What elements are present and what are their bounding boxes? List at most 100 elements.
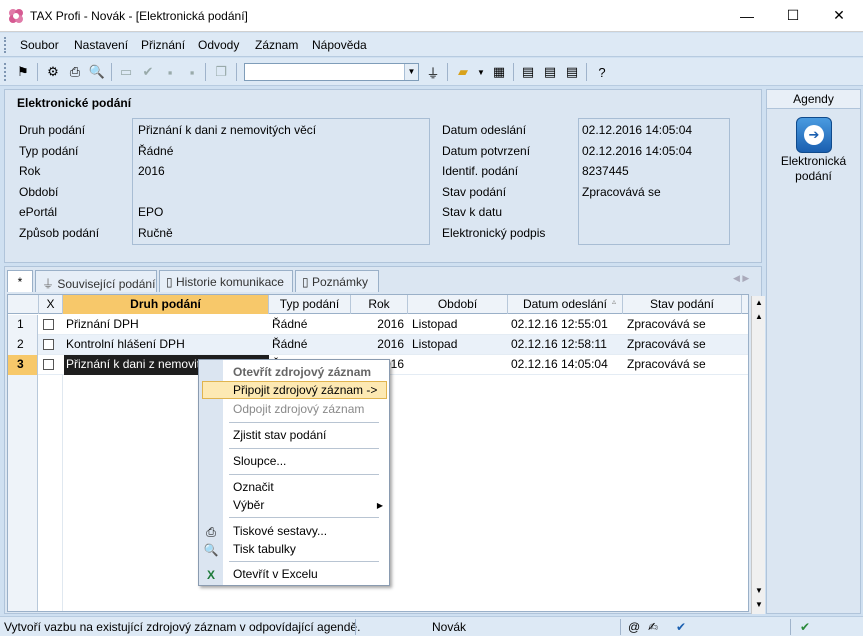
- filter-icon[interactable]: ⏚: [424, 63, 442, 81]
- column-header-typ-podani[interactable]: Typ podání: [269, 295, 351, 314]
- cell-obdobi: Listopad: [412, 337, 458, 351]
- menu-item-otevrit-zdrojovy[interactable]: Otevřít zdrojový záznam: [233, 365, 371, 379]
- title-bar: TAX Profi - Novák - [Elektronická podání…: [0, 0, 863, 32]
- menu-priznani[interactable]: Přiznání: [141, 38, 185, 52]
- menu-item-tiskove-sestavy[interactable]: Tiskové sestavy...: [233, 524, 327, 538]
- menu-grip[interactable]: [4, 37, 7, 53]
- column-header-rownum: [8, 295, 39, 314]
- table-row[interactable]: 1 Přiznání DPH Řádné 2016 Listopad 02.12…: [8, 315, 748, 335]
- menu-separator: [229, 561, 379, 562]
- row-checkbox[interactable]: [43, 339, 54, 350]
- tab-all[interactable]: *: [7, 270, 33, 292]
- column-header-rok[interactable]: Rok: [351, 295, 408, 314]
- new-record-icon[interactable]: ▭: [117, 63, 135, 81]
- column-header-druh-podani[interactable]: Druh podání: [63, 295, 269, 314]
- value-identif-podani: 8237445: [582, 164, 629, 178]
- certificate-icon: ✔: [676, 620, 687, 634]
- row-checkbox[interactable]: [43, 359, 54, 370]
- label-obdobi: Období: [19, 185, 59, 199]
- menu-odvody[interactable]: Odvody: [198, 38, 239, 52]
- status-separator: [355, 619, 356, 635]
- filter-combo[interactable]: ▼: [244, 63, 419, 81]
- row-checkbox[interactable]: [43, 319, 54, 330]
- menu-item-oznacit[interactable]: Označit: [233, 480, 274, 494]
- table-scrollbar[interactable]: ▲ ▲ ▼ ▼: [751, 296, 765, 614]
- column-header-datum-odeslani[interactable]: Datum odeslání: [508, 295, 623, 314]
- tab-scroll-arrows-icon[interactable]: ◀ ▶: [733, 273, 749, 284]
- row-number[interactable]: 3: [8, 355, 38, 375]
- signature-icon: ✍: [648, 620, 659, 634]
- chevron-down-icon[interactable]: ▼: [472, 63, 490, 81]
- print-reports-icon: ⎙: [206, 525, 216, 539]
- column-header-x[interactable]: X: [39, 295, 63, 314]
- menu-soubor[interactable]: Soubor: [20, 38, 59, 52]
- at-icon: @: [628, 620, 641, 634]
- scroll-up-icon[interactable]: ▲: [752, 296, 766, 310]
- cell-obdobi: Listopad: [412, 317, 458, 331]
- minimize-button[interactable]: —: [724, 0, 770, 31]
- column-header-stav-podani[interactable]: Stav podání: [623, 295, 742, 314]
- window-title: TAX Profi - Novák - [Elektronická podání…: [30, 9, 248, 23]
- print-preview-icon[interactable]: 🔍: [88, 63, 106, 81]
- column-header-obdobi[interactable]: Období: [408, 295, 508, 314]
- inbox-icon[interactable]: ▤: [519, 63, 537, 81]
- table-icon[interactable]: ▤: [541, 63, 559, 81]
- tab-historie-komunikace-label: Historie komunikace: [175, 275, 284, 289]
- menu-zaznam[interactable]: Záznam: [255, 38, 298, 52]
- menu-item-sloupce[interactable]: Sloupce...: [233, 454, 286, 468]
- scroll-down-icon[interactable]: ▼: [752, 584, 766, 598]
- save-close-icon[interactable]: ▪: [183, 63, 201, 81]
- menu-item-tisk-tabulky[interactable]: Tisk tabulky: [233, 542, 296, 556]
- folder-icon[interactable]: ▰: [454, 63, 472, 81]
- close-button[interactable]: ✕: [816, 0, 862, 31]
- report-icon[interactable]: ▤: [563, 63, 581, 81]
- toolbar-grip[interactable]: [4, 63, 7, 81]
- help-icon[interactable]: ?: [593, 63, 611, 81]
- chevron-down-icon[interactable]: ▼: [404, 64, 418, 80]
- label-datum-odeslani: Datum odeslání: [442, 123, 527, 137]
- value-datum-odeslani: 02.12.2016 14:05:04: [582, 123, 693, 137]
- cell-datum-odeslani: 02.12.16 12:55:01: [511, 317, 608, 331]
- label-stav-podani: Stav podání: [442, 185, 507, 199]
- tab-souvisejici-podani[interactable]: ⏚ Související podání: [35, 270, 157, 292]
- row-number[interactable]: 1: [8, 315, 38, 335]
- menu-item-pripojit-zdrojovy[interactable]: Připojit zdrojový záznam ->: [233, 383, 377, 397]
- confirm-icon[interactable]: ✔: [139, 63, 157, 81]
- tab-poznamky[interactable]: ▯ Poznámky: [295, 270, 379, 292]
- menu-napoveda[interactable]: Nápověda: [312, 38, 367, 52]
- agenda-panel: Agendy ➔ Elektronická podání: [766, 89, 861, 614]
- maximize-button[interactable]: ☐: [770, 0, 816, 31]
- print-icon[interactable]: ⎙: [66, 63, 84, 81]
- save-icon[interactable]: ▪: [161, 63, 179, 81]
- maximize-icon: ☐: [786, 7, 800, 23]
- table-row[interactable]: 2 Kontrolní hlášení DPH Řádné 2016 Listo…: [8, 335, 748, 355]
- minimize-icon: —: [740, 7, 754, 24]
- menu-separator: [229, 517, 379, 518]
- menu-item-vyber[interactable]: Výběr: [233, 498, 264, 512]
- menu-item-zjistit-stav[interactable]: Zjistit stav podání: [233, 428, 326, 442]
- tab-historie-komunikace[interactable]: ▯ Historie komunikace: [159, 270, 293, 292]
- cell-obdobi: [412, 355, 506, 375]
- copy-icon[interactable]: ❐: [212, 63, 230, 81]
- flag-icon[interactable]: ⚑: [14, 63, 32, 81]
- toolbar-separator: [513, 63, 514, 81]
- toolbar: ⚑ ⚙ ⎙ 🔍 ▭ ✔ ▪ ▪ ❐ ▼ ⏚ ▰ ▼ ▦ ▤ ▤ ▤ ?: [0, 58, 863, 86]
- filter-icon: ⏚: [42, 277, 58, 291]
- label-eportal: ePortál: [19, 205, 58, 219]
- detail-right-values-box: [578, 118, 730, 245]
- menu-item-otevrit-v-excelu[interactable]: Otevřít v Excelu: [233, 567, 318, 581]
- cell-rok: 2016: [377, 337, 404, 351]
- cell-datum-odeslani: 02.12.16 14:05:04: [511, 357, 608, 371]
- menu-item-odpojit-zdrojovy[interactable]: Odpojit zdrojový záznam: [233, 402, 364, 416]
- settings-icon[interactable]: ⚙: [44, 63, 62, 81]
- detail-panel: Elektronické podání Druh podání Typ podá…: [4, 89, 762, 263]
- scroll-up-icon[interactable]: ▲: [752, 310, 766, 324]
- menu-nastaveni[interactable]: Nastavení: [74, 38, 128, 52]
- calculator-icon[interactable]: ▦: [490, 63, 508, 81]
- toolbar-separator: [111, 63, 112, 81]
- agenda-item-elektronicka-podani[interactable]: Elektronická podání: [767, 154, 860, 184]
- ok-check-icon: ✔: [800, 620, 811, 634]
- scroll-down-icon[interactable]: ▼: [752, 598, 766, 612]
- electronic-submission-icon[interactable]: ➔: [796, 117, 832, 153]
- row-number[interactable]: 2: [8, 335, 38, 355]
